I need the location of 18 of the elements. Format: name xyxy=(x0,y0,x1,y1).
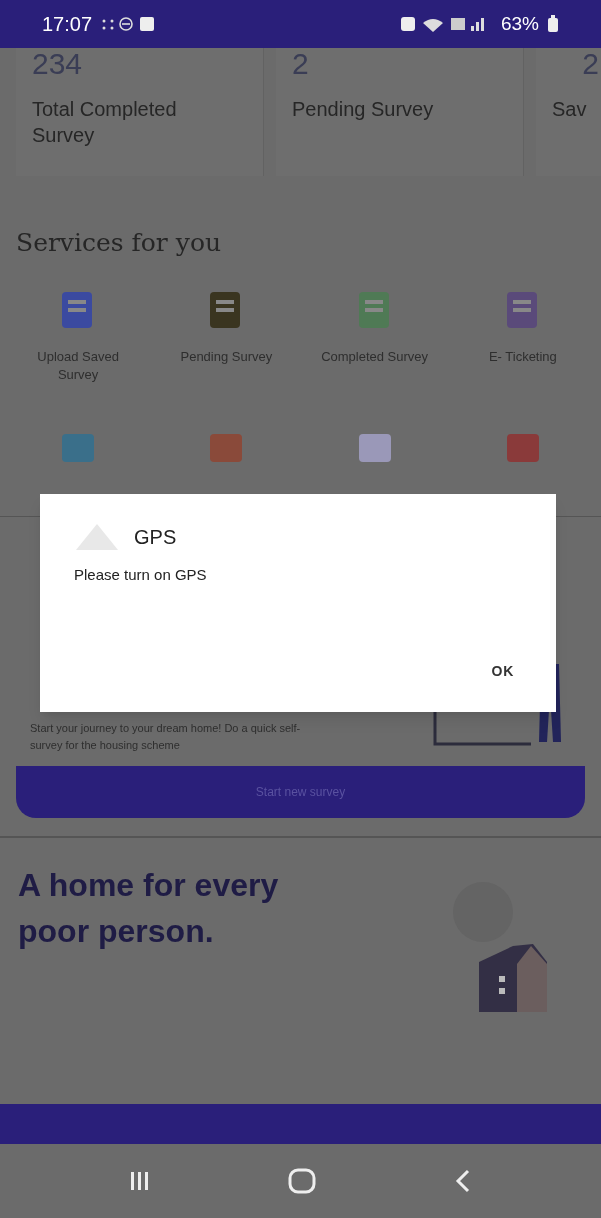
stat-label: Sav xyxy=(552,97,588,122)
ok-button[interactable]: OK xyxy=(483,657,522,686)
status-time: 17:07 xyxy=(42,12,93,37)
service-tile[interactable]: Completed Survey xyxy=(300,287,449,428)
service-tile[interactable]: Pending Survey xyxy=(152,287,301,428)
home-icon[interactable] xyxy=(288,1167,317,1194)
service-tile[interactable]: Upload Saved Survey xyxy=(4,287,153,428)
battery-percent: 63% xyxy=(500,11,539,36)
battery-icon xyxy=(547,15,559,33)
dialog-message: Please turn on GPS xyxy=(74,565,208,585)
dialog-title: GPS xyxy=(134,525,177,550)
recents-icon[interactable] xyxy=(128,1169,151,1192)
notification-icons xyxy=(100,16,157,32)
section-title: Services for you xyxy=(16,227,223,259)
service-tile[interactable]: E- Ticketing xyxy=(448,287,597,428)
stat-label: Pending Survey xyxy=(292,97,435,122)
stat-label: Total Completed Survey xyxy=(32,97,178,148)
banner-headline: A home for every poor person. xyxy=(18,865,280,951)
